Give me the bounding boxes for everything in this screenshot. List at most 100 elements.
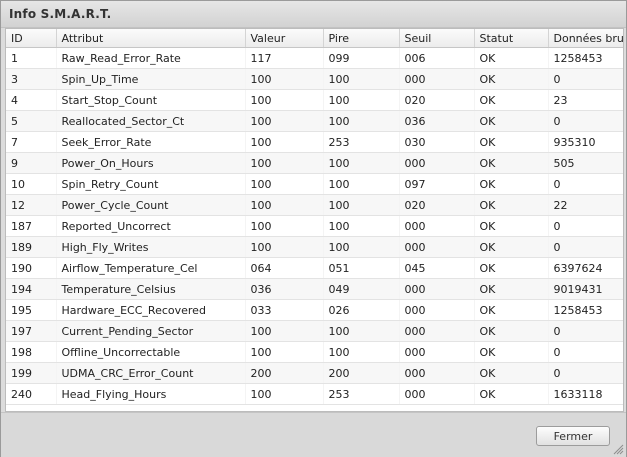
- table-row[interactable]: 189 High_Fly_Writes 100 100 000 OK 0: [6, 236, 623, 258]
- cell-statut: OK: [474, 215, 549, 237]
- table-row[interactable]: 240 Head_Flying_Hours 100 253 000 OK 1633118: [6, 383, 623, 405]
- dialog-titlebar[interactable]: Info S.M.A.R.T.: [1, 1, 626, 28]
- cell-seuil: 000: [399, 215, 475, 237]
- cell-attribut: Head_Flying_Hours: [56, 383, 246, 405]
- cell-statut: OK: [474, 110, 549, 132]
- cell-attribut: Airflow_Temperature_Cel: [56, 257, 246, 279]
- table-row[interactable]: 7 Seek_Error_Rate 100 253 030 OK 935310: [6, 131, 623, 153]
- cell-donnees-brutes: 505: [548, 152, 623, 174]
- table-row[interactable]: 190 Airflow_Temperature_Cel 064 051 045 OK 639…: [6, 257, 623, 279]
- cell-valeur: 064: [245, 257, 324, 279]
- resize-grip-icon[interactable]: [613, 444, 624, 455]
- cell-pire: 100: [323, 110, 400, 132]
- cell-attribut: Seek_Error_Rate: [56, 131, 246, 153]
- cell-donnees-brutes: 1258453: [548, 47, 623, 69]
- table-row[interactable]: 5 Reallocated_Sector_Ct 100 100 036 OK 0: [6, 110, 623, 132]
- cell-attribut: Power_Cycle_Count: [56, 194, 246, 216]
- close-button[interactable]: Fermer: [536, 426, 610, 446]
- cell-statut: OK: [474, 68, 549, 90]
- cell-attribut: Start_Stop_Count: [56, 89, 246, 111]
- cell-donnees-brutes: 1258453: [548, 299, 623, 321]
- cell-attribut: Reported_Uncorrect: [56, 215, 246, 237]
- table-row[interactable]: 10 Spin_Retry_Count 100 100 097 OK 0: [6, 173, 623, 195]
- smart-table-container[interactable]: ID Attribut Valeur Pire Seuil Statut Don…: [5, 28, 624, 412]
- cell-valeur: 100: [245, 320, 324, 342]
- cell-valeur: 033: [245, 299, 324, 321]
- cell-statut: OK: [474, 173, 549, 195]
- cell-pire: 099: [323, 47, 400, 69]
- table-row[interactable]: 195 Hardware_ECC_Recovered 033 026 000 OK 1258…: [6, 299, 623, 321]
- table-row[interactable]: 198 Offline_Uncorrectable 100 100 000 OK 0: [6, 341, 623, 363]
- cell-id: 195: [6, 299, 57, 321]
- cell-pire: 051: [323, 257, 400, 279]
- cell-donnees-brutes: 0: [548, 173, 623, 195]
- cell-attribut: Hardware_ECC_Recovered: [56, 299, 246, 321]
- cell-donnees-brutes: 0: [548, 341, 623, 363]
- cell-donnees-brutes: 6397624: [548, 257, 623, 279]
- cell-id: 199: [6, 362, 57, 384]
- cell-donnees-brutes: 0: [548, 320, 623, 342]
- smart-table: ID Attribut Valeur Pire Seuil Statut Don…: [6, 29, 623, 405]
- column-header-id[interactable]: ID: [6, 29, 57, 48]
- cell-valeur: 100: [245, 194, 324, 216]
- cell-seuil: 030: [399, 131, 475, 153]
- dialog-title: Info S.M.A.R.T.: [9, 7, 112, 21]
- cell-attribut: Spin_Up_Time: [56, 68, 246, 90]
- cell-valeur: 100: [245, 68, 324, 90]
- cell-seuil: 000: [399, 68, 475, 90]
- cell-attribut: Spin_Retry_Count: [56, 173, 246, 195]
- cell-pire: 100: [323, 89, 400, 111]
- cell-id: 3: [6, 68, 57, 90]
- cell-pire: 253: [323, 131, 400, 153]
- column-header-valeur[interactable]: Valeur: [245, 29, 324, 48]
- cell-pire: 100: [323, 215, 400, 237]
- cell-seuil: 000: [399, 152, 475, 174]
- cell-id: 189: [6, 236, 57, 258]
- cell-valeur: 100: [245, 110, 324, 132]
- cell-pire: 100: [323, 194, 400, 216]
- cell-id: 1: [6, 47, 57, 69]
- column-header-attribut[interactable]: Attribut: [56, 29, 246, 48]
- cell-seuil: 045: [399, 257, 475, 279]
- table-row[interactable]: 194 Temperature_Celsius 036 049 000 OK 9019431: [6, 278, 623, 300]
- cell-id: 5: [6, 110, 57, 132]
- cell-seuil: 036: [399, 110, 475, 132]
- table-row[interactable]: 1 Raw_Read_Error_Rate 117 099 006 OK 1258453: [6, 47, 623, 69]
- cell-statut: OK: [474, 320, 549, 342]
- cell-statut: OK: [474, 299, 549, 321]
- cell-statut: OK: [474, 89, 549, 111]
- table-row[interactable]: 197 Current_Pending_Sector 100 100 000 OK 0: [6, 320, 623, 342]
- cell-seuil: 000: [399, 236, 475, 258]
- cell-donnees-brutes: 23: [548, 89, 623, 111]
- table-row[interactable]: 3 Spin_Up_Time 100 100 000 OK 0: [6, 68, 623, 90]
- table-row[interactable]: 199 UDMA_CRC_Error_Count 200 200 000 OK 0: [6, 362, 623, 384]
- cell-donnees-brutes: 0: [548, 236, 623, 258]
- cell-id: 197: [6, 320, 57, 342]
- column-header-seuil[interactable]: Seuil: [399, 29, 475, 48]
- cell-valeur: 100: [245, 152, 324, 174]
- cell-donnees-brutes: 0: [548, 215, 623, 237]
- cell-pire: 100: [323, 320, 400, 342]
- cell-pire: 100: [323, 236, 400, 258]
- cell-donnees-brutes: 0: [548, 362, 623, 384]
- table-row[interactable]: 4 Start_Stop_Count 100 100 020 OK 23: [6, 89, 623, 111]
- cell-seuil: 000: [399, 341, 475, 363]
- table-row[interactable]: 12 Power_Cycle_Count 100 100 020 OK 22: [6, 194, 623, 216]
- cell-id: 194: [6, 278, 57, 300]
- column-header-donnees-brutes[interactable]: Données brutes: [548, 29, 623, 48]
- cell-statut: OK: [474, 47, 549, 69]
- cell-valeur: 100: [245, 131, 324, 153]
- table-row[interactable]: 9 Power_On_Hours 100 100 000 OK 505: [6, 152, 623, 174]
- table-row[interactable]: 187 Reported_Uncorrect 100 100 000 OK 0: [6, 215, 623, 237]
- cell-valeur: 100: [245, 341, 324, 363]
- cell-statut: OK: [474, 194, 549, 216]
- cell-attribut: High_Fly_Writes: [56, 236, 246, 258]
- cell-statut: OK: [474, 362, 549, 384]
- cell-valeur: 100: [245, 236, 324, 258]
- cell-attribut: Temperature_Celsius: [56, 278, 246, 300]
- column-header-pire[interactable]: Pire: [323, 29, 400, 48]
- cell-id: 198: [6, 341, 57, 363]
- cell-seuil: 000: [399, 320, 475, 342]
- column-header-statut[interactable]: Statut: [474, 29, 549, 48]
- cell-valeur: 200: [245, 362, 324, 384]
